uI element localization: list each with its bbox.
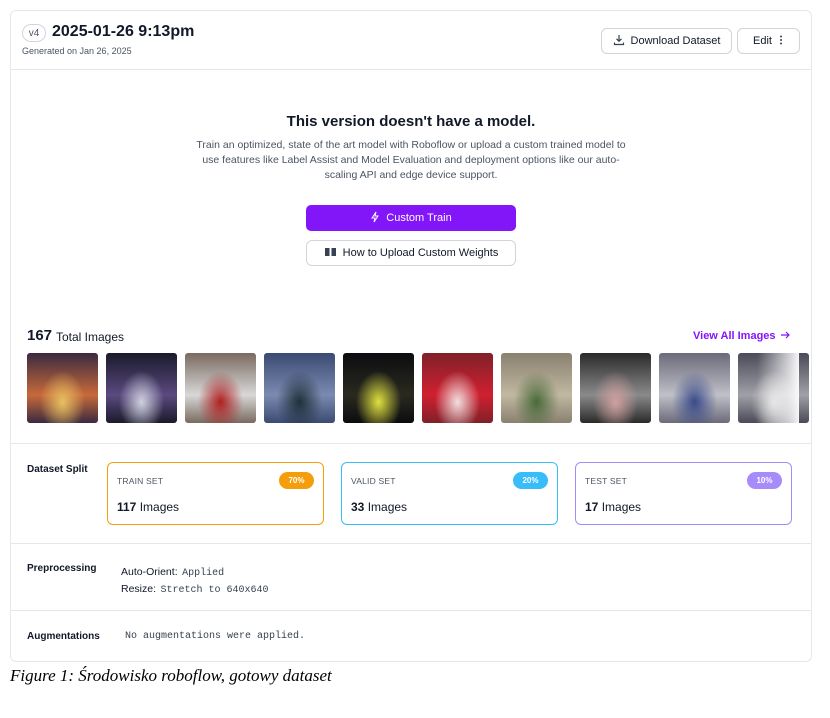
image-thumbnail[interactable] [501,353,572,423]
preprocessing-key: Auto-Orient: [121,566,178,578]
augmentations-label: Augmentations [27,631,100,642]
version-badge: v4 [22,24,46,42]
image-thumbnail[interactable] [264,353,335,423]
book-icon [324,246,337,260]
version-generated-date: Generated on Jan 26, 2025 [22,46,132,56]
total-images-count: 167 [27,327,53,344]
augmentations-value: No augmentations were applied. [125,631,306,642]
dataset-version-panel: v4 2025-01-26 9:13pm Generated on Jan 26… [10,10,812,662]
image-thumbnail[interactable] [422,353,493,423]
download-dataset-button[interactable]: Download Dataset [601,28,732,54]
preprocessing-value: Applied [182,568,225,579]
split-image-count: 117 Images [117,500,180,514]
total-images-label: Total Images [56,330,125,344]
split-image-count: 17 Images [585,500,642,514]
preprocessing-item: Resize: Stretch to 640x640 [121,579,269,597]
split-percent-badge: 20% [513,472,548,489]
edit-label: Edit [753,35,772,47]
edit-button[interactable]: Edit [737,28,800,54]
header-divider [11,69,811,70]
lightning-icon [370,211,380,226]
version-title: 2025-01-26 9:13pm [52,23,195,40]
image-thumbnail[interactable] [106,353,177,423]
upload-weights-label: How to Upload Custom Weights [342,247,499,259]
image-thumbnail[interactable] [27,353,98,423]
section-divider [11,543,811,544]
upload-weights-button[interactable]: How to Upload Custom Weights [306,240,516,266]
split-percent-badge: 10% [747,472,782,489]
preprocessing-item: Auto-Orient: Applied [121,562,224,580]
preprocessing-key: Resize: [121,583,157,595]
image-thumbnail[interactable] [343,353,414,423]
split-name: VALID SET [351,476,396,486]
view-all-images-label: View All Images [693,330,776,342]
section-divider [11,610,811,611]
split-card-test-set: TEST SET 10% 17 Images [575,462,792,525]
dataset-split-label: Dataset Split [27,464,88,475]
image-thumbnail[interactable] [580,353,651,423]
download-dataset-label: Download Dataset [630,35,721,47]
split-card-valid-set: VALID SET 20% 33 Images [341,462,558,525]
custom-train-button[interactable]: Custom Train [306,205,516,231]
image-thumbnail[interactable] [659,353,730,423]
split-name: TRAIN SET [117,476,164,486]
view-all-images-link[interactable]: View All Images [693,330,790,343]
split-percent-badge: 70% [279,472,314,489]
arrow-right-icon [780,330,790,343]
no-model-title: This version doesn't have a model. [286,113,536,130]
split-name: TEST SET [585,476,628,486]
preprocessing-label: Preprocessing [27,563,97,574]
image-thumbnail[interactable] [738,353,809,423]
split-card-train-set: TRAIN SET 70% 117 Images [107,462,324,525]
split-image-count: 33 Images [351,500,408,514]
image-thumbnail[interactable] [185,353,256,423]
custom-train-label: Custom Train [386,212,452,224]
more-vertical-icon [778,34,784,49]
preprocessing-value: Stretch to 640x640 [160,585,269,596]
download-icon [613,34,625,49]
section-divider [11,443,811,444]
figure-caption: Figure 1: Środowisko roboflow, gotowy da… [10,666,332,685]
no-model-description: Train an optimized, state of the art mod… [196,139,626,181]
